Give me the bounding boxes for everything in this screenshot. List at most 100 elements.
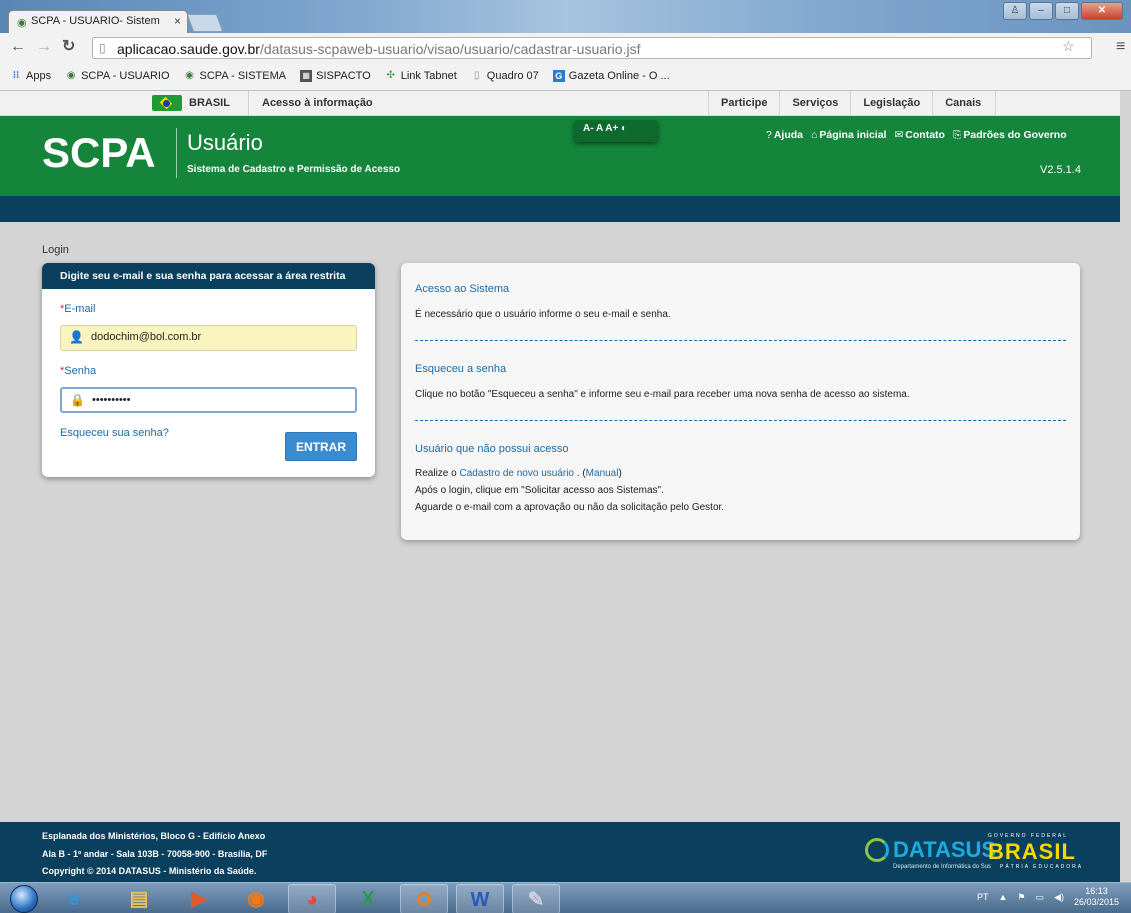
divider (415, 420, 1066, 421)
help-link[interactable]: ? Ajuda (766, 129, 803, 142)
bookmark-sispacto[interactable]: ▦ SISPACTO (300, 70, 371, 82)
document-icon: ⎘ (952, 129, 962, 141)
bookmark-scpa-sistema[interactable]: ◉ SCPA - SISTEMA (184, 70, 286, 82)
address-bar[interactable]: ▯ aplicacao.saude.gov.br/datasus-scpaweb… (92, 37, 1092, 59)
brasil-logo[interactable]: BRASIL (988, 839, 1076, 865)
clock-date: 26/03/2015 (1073, 897, 1119, 907)
no-access-title: Usuário que não possui acesso (415, 443, 569, 455)
close-window-button[interactable]: ✕ (1081, 2, 1123, 20)
tab-close-icon[interactable]: × (174, 14, 181, 28)
gov-standards-link[interactable]: ⎘ Padrões do Governo (953, 129, 1067, 142)
email-field[interactable]: 👤 dodochim@bol.com.br (60, 325, 357, 351)
paint-icon[interactable]: ✎ (512, 884, 560, 913)
bookmark-link-tabnet[interactable]: ✣ Link Tabnet (385, 70, 457, 82)
outlook-icon[interactable]: O (400, 884, 448, 913)
maximize-button[interactable]: □ (1055, 2, 1079, 20)
forward-arrow-icon[interactable]: → (36, 38, 52, 56)
address-line-2: Ala B - 1º andar - Sala 103B - 70058-900… (42, 849, 268, 859)
new-tab-button[interactable] (186, 14, 224, 32)
browser-tab[interactable]: ◉ SCPA - USUARIO- Sistem × (8, 10, 188, 33)
version-label: V2.5.1.4 (1040, 164, 1081, 176)
back-arrow-icon[interactable]: ← (10, 38, 26, 56)
page-title: Usuário (187, 130, 263, 155)
text: ) (618, 468, 622, 479)
divider (415, 340, 1066, 341)
gov-brasil-link[interactable]: BRASIL (189, 97, 230, 109)
bookmark-apps[interactable]: ⁝⁝ Apps (10, 70, 51, 82)
header-links: ? Ajuda ⌂ Página inicial ✉ Contato ⎘ Padrões… (766, 129, 1067, 142)
language-indicator[interactable]: PT (977, 892, 989, 902)
address-line-1: Esplanada dos Ministérios, Bloco G - Edi… (42, 831, 266, 841)
user-icon[interactable]: ♙ (1003, 2, 1027, 20)
access-title: Acesso ao Sistema (415, 283, 510, 295)
word-icon[interactable]: W (456, 884, 504, 913)
sispacto-icon: ▦ (300, 70, 313, 82)
gov-standards-label: Padrões do Governo (963, 129, 1067, 141)
servicos-link[interactable]: Serviços (779, 91, 850, 116)
datasus-logo[interactable]: DATASUS (893, 837, 996, 863)
bookmark-label: Link Tabnet (400, 70, 457, 82)
access-information-link[interactable]: Acesso à informação (262, 97, 373, 109)
chrome-icon[interactable]: ◕ (288, 884, 336, 913)
login-button[interactable]: ENTRAR (285, 432, 357, 461)
network-icon[interactable]: ▭ (1036, 892, 1045, 903)
home-icon: ⌂ (811, 129, 818, 141)
scpa-icon: ◉ (66, 70, 76, 81)
font-size-controls[interactable]: A- A A+ ◐ (574, 120, 658, 142)
bookmark-scpa-usuario[interactable]: ◉ SCPA - USUARIO (65, 70, 170, 82)
forgot-text: Clique no botão "Esqueceu a senha" e inf… (415, 389, 910, 400)
excel-icon[interactable]: X (344, 884, 392, 913)
clock[interactable]: 16:13 26/03/2015 (1074, 886, 1119, 908)
no-access-line-3: Aguarde o e-mail com a aprovação ou não … (415, 502, 725, 513)
tabnet-icon: ✣ (386, 70, 395, 81)
start-button[interactable] (10, 885, 38, 913)
action-center-flag-icon[interactable]: ⚑ (1017, 892, 1025, 903)
new-user-registration-link[interactable]: Cadastro de novo usuário (459, 468, 574, 479)
chrome-menu-icon[interactable]: ≡ (1116, 38, 1125, 56)
tray-expand-icon[interactable]: ▲ (999, 892, 1008, 902)
bookmark-star-icon[interactable]: ☆ (1062, 38, 1075, 55)
media-player-icon[interactable]: ▶ (175, 884, 223, 913)
copyright: Copyright © 2014 DATASUS - Ministério da… (42, 866, 257, 876)
volume-icon[interactable]: ◀) (1054, 892, 1064, 903)
bookmark-label: SISPACTO (316, 70, 371, 82)
legislacao-link[interactable]: Legislação (850, 91, 932, 116)
brazil-flag-icon[interactable] (152, 95, 182, 111)
window-controls: ♙ – □ ✕ (1003, 2, 1123, 22)
canais-link[interactable]: Canais (932, 91, 997, 116)
home-link[interactable]: ⌂ Página inicial (811, 129, 886, 142)
envelope-icon: ✉ (894, 129, 904, 141)
firefox-icon[interactable]: ◉ (232, 884, 280, 913)
internet-explorer-icon[interactable]: e (50, 884, 98, 913)
login-panel: Digite seu e-mail e sua senha para acess… (42, 263, 375, 477)
clock-time: 16:13 (1085, 886, 1108, 896)
bookmark-label: SCPA - USUARIO (81, 70, 170, 82)
participe-link[interactable]: Participe (708, 91, 779, 116)
help-icon: ? (766, 129, 772, 141)
login-heading: Digite seu e-mail e sua senha para acess… (42, 263, 375, 289)
email-value: dodochim@bol.com.br (91, 331, 202, 343)
gov-nav: Participe Serviços Legislação Canais (708, 91, 997, 116)
no-access-line-1: Realize o Cadastro de novo usuário . (Ma… (415, 468, 622, 479)
tab-strip: ◉ SCPA - USUARIO- Sistem × ♙ – □ ✕ (0, 0, 1131, 33)
logo-divider (176, 128, 177, 178)
bookmark-quadro-07[interactable]: ▯ Quadro 07 (471, 70, 539, 82)
manual-link[interactable]: Manual (586, 468, 619, 479)
contact-link[interactable]: ✉ Contato (894, 129, 944, 142)
file-explorer-icon[interactable]: ▤ (115, 884, 163, 913)
user-icon: 👤 (69, 330, 84, 344)
forgot-password-link[interactable]: Esqueceu sua senha? (60, 427, 169, 439)
bookmark-gazeta[interactable]: G Gazeta Online - O ... (552, 70, 670, 82)
main-content: Login Digite seu e-mail e sua senha para… (0, 222, 1120, 822)
url-path: /datasus-scpaweb-usuario/visao/usuario/c… (259, 41, 641, 57)
password-label-text: Senha (64, 365, 97, 377)
divider (248, 91, 249, 116)
password-value: •••••••••• (92, 394, 131, 406)
reload-icon[interactable]: ↻ (62, 38, 75, 56)
password-field[interactable]: 🔒 •••••••••• (60, 387, 357, 413)
email-label-text: E-mail (64, 303, 96, 315)
text: Realize o (415, 468, 460, 479)
minimize-button[interactable]: – (1029, 2, 1053, 20)
windows-taskbar: e ▤ ▶ ◉ ◕ X O W ✎ PT ▲ ⚑ ▭ ◀) 16:13 26/0… (0, 882, 1131, 913)
contact-label: Contato (905, 129, 945, 141)
